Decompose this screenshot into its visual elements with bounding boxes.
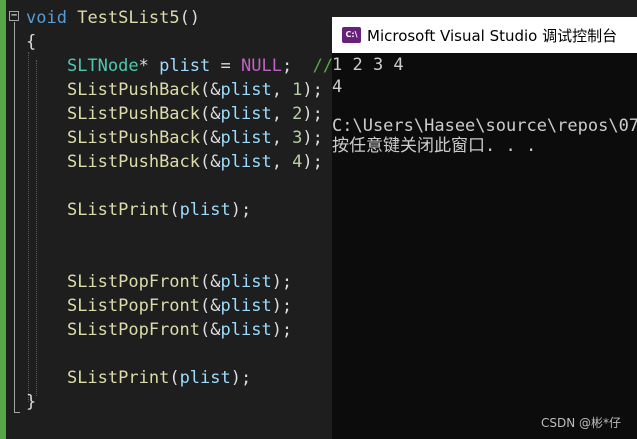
code-token: plist: [220, 128, 272, 148]
code-token: plist: [179, 200, 231, 220]
code-line[interactable]: SListPrint(plist);: [26, 366, 251, 390]
change-indicator-bar: [0, 0, 6, 439]
fold-bracket-end: [14, 412, 20, 413]
code-line[interactable]: SListPopFront(&plist);: [26, 270, 292, 294]
code-line[interactable]: SListPushBack(&plist, 2);: [26, 102, 323, 126]
code-token: SListPushBack: [66, 80, 201, 100]
code-token: );: [302, 80, 323, 100]
code-token: (&: [200, 152, 221, 172]
code-line[interactable]: SListPushBack(&plist, 1);: [26, 78, 323, 102]
code-token: (&: [200, 296, 221, 316]
code-line[interactable]: SListPopFront(&plist);: [26, 294, 292, 318]
code-token: plist: [220, 272, 272, 292]
code-token: ,: [271, 80, 293, 100]
fold-bracket-line: [14, 22, 15, 413]
code-token: SListPushBack: [66, 128, 201, 148]
code-line[interactable]: SListPopFront(&plist);: [26, 318, 292, 342]
code-token: );: [302, 128, 323, 148]
collapse-icon[interactable]: −: [9, 11, 19, 21]
code-token: 1: [292, 80, 303, 100]
code-token: 4: [292, 152, 303, 172]
code-line[interactable]: SLTNode* plist = NULL; //p: [26, 54, 332, 78]
console-title: Microsoft Visual Studio 调试控制台: [367, 26, 618, 45]
code-token: (): [179, 8, 201, 28]
code-token: (: [169, 200, 180, 220]
code-line[interactable]: void TestSList5(): [26, 6, 200, 30]
code-token: (&: [200, 128, 221, 148]
code-token: SListPopFront: [66, 320, 201, 340]
code-line[interactable]: SListPushBack(&plist, 3);: [26, 126, 323, 150]
code-line[interactable]: SListPrint(plist);: [26, 198, 251, 222]
debug-console-window[interactable]: C:\ Microsoft Visual Studio 调试控制台 1 2 3 …: [332, 17, 637, 439]
console-output-line: 按任意键关闭此窗口. . .: [332, 136, 537, 156]
code-token: (&: [200, 272, 221, 292]
code-token: (&: [200, 80, 221, 100]
code-token: //p: [312, 56, 332, 76]
console-title-bar[interactable]: C:\ Microsoft Visual Studio 调试控制台: [332, 17, 637, 53]
code-token: NULL: [241, 56, 282, 76]
code-token: SListPrint: [66, 368, 170, 388]
code-token: SListPushBack: [66, 152, 201, 172]
code-token: SLTNode: [66, 56, 139, 76]
code-token: );: [230, 200, 252, 220]
code-token: *: [138, 56, 160, 76]
code-line[interactable]: {: [26, 30, 36, 54]
console-output-line: 1 2 3 4: [332, 55, 404, 75]
code-token: {: [26, 32, 37, 52]
code-token: );: [271, 296, 293, 316]
code-editor[interactable]: − void TestSList5(){ SLTNode* plist = NU…: [0, 0, 332, 439]
code-token: plist: [220, 104, 272, 124]
code-token: ,: [271, 128, 293, 148]
code-token: (&: [200, 104, 221, 124]
code-token: plist: [179, 368, 231, 388]
code-token: ,: [271, 152, 293, 172]
code-token: =: [210, 56, 241, 76]
code-token: SListPopFront: [66, 272, 201, 292]
code-token: plist: [220, 152, 272, 172]
code-token: 2: [292, 104, 303, 124]
code-token: 3: [292, 128, 303, 148]
code-token: );: [302, 104, 323, 124]
code-token: );: [230, 368, 252, 388]
code-token: plist: [220, 80, 272, 100]
code-token: );: [302, 152, 323, 172]
watermark: CSDN @彬*仔: [540, 416, 621, 430]
code-token: SListPushBack: [66, 104, 201, 124]
code-token: );: [271, 272, 293, 292]
code-line[interactable]: }: [26, 390, 36, 414]
code-token: (: [169, 368, 180, 388]
code-token: plist: [159, 56, 211, 76]
code-token: }: [26, 392, 37, 412]
code-token: plist: [220, 320, 272, 340]
code-token: SListPopFront: [66, 296, 201, 316]
code-token: ;: [281, 56, 313, 76]
console-app-icon: C:\: [342, 27, 361, 43]
code-line[interactable]: SListPushBack(&plist, 4);: [26, 150, 323, 174]
code-token: SListPrint: [66, 200, 170, 220]
code-token: plist: [220, 296, 272, 316]
code-token: (&: [200, 320, 221, 340]
code-token: void: [26, 8, 67, 28]
code-token: );: [271, 320, 293, 340]
code-token: TestSList5: [77, 8, 180, 28]
code-token: ,: [271, 104, 293, 124]
console-output-line: 4: [332, 77, 343, 97]
